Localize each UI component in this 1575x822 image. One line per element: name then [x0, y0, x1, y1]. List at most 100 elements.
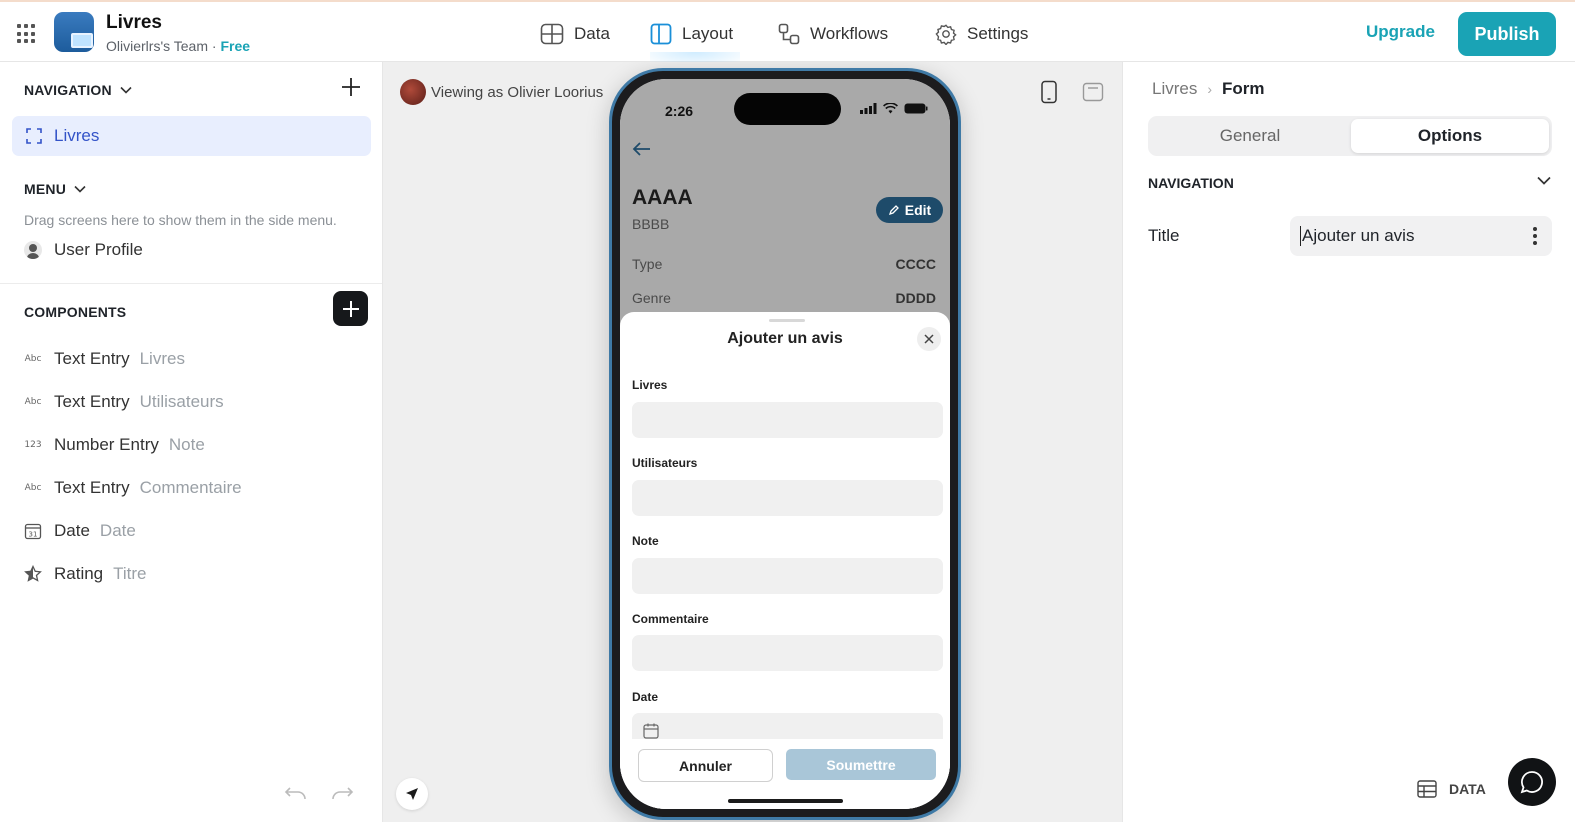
field-label: Type — [632, 256, 663, 272]
number-entry-icon: 123 — [24, 440, 42, 450]
app-title: Livres — [106, 12, 162, 33]
form-input-note[interactable] — [632, 558, 943, 594]
home-indicator — [728, 799, 843, 803]
wifi-icon — [883, 103, 898, 114]
menu-item-user-profile[interactable]: User Profile — [24, 240, 143, 260]
form-input-commentaire[interactable] — [632, 635, 943, 671]
sidebar-item-livres[interactable]: Livres — [12, 116, 371, 156]
avatar — [400, 79, 426, 105]
tab-workflows[interactable]: Workflows — [778, 20, 888, 48]
component-item[interactable]: Abc Text Entry Utilisateurs — [24, 392, 224, 412]
workflow-icon — [778, 23, 800, 45]
component-type: Text Entry — [54, 392, 130, 411]
cancel-button[interactable]: Annuler — [638, 749, 773, 782]
close-button[interactable] — [917, 327, 941, 351]
publish-button[interactable]: Publish — [1458, 12, 1556, 56]
redo-icon[interactable] — [330, 784, 354, 800]
undo-icon[interactable] — [284, 784, 308, 800]
separator: · — [211, 38, 217, 54]
section-title: NAVIGATION — [1148, 175, 1234, 191]
form-input-livres[interactable] — [632, 402, 943, 438]
tab-settings[interactable]: Settings — [935, 20, 1028, 48]
sheet-grabber[interactable] — [769, 319, 805, 322]
app-laptop-icon[interactable] — [54, 12, 94, 52]
chevron-down-icon[interactable] — [1537, 176, 1551, 185]
tab-data[interactable]: Data — [540, 20, 610, 48]
component-item[interactable]: Abc Text Entry Commentaire — [24, 478, 242, 498]
menu-section-title: MENU — [24, 181, 67, 197]
status-time: 2:26 — [665, 103, 694, 119]
team-name: Olivierlrs's Team — [106, 38, 208, 54]
text-entry-icon: Abc — [24, 483, 42, 493]
form-label-livres: Livres — [632, 378, 668, 392]
app-team-line: Olivierlrs's Team · Free — [106, 38, 250, 54]
tab-layout[interactable]: Layout — [650, 20, 733, 48]
form-label-utilisateurs: Utilisateurs — [632, 456, 698, 470]
form-label-note: Note — [632, 534, 659, 548]
form-label-commentaire: Commentaire — [632, 612, 709, 626]
viewing-as-label: Viewing as Olivier Loorius — [431, 83, 604, 101]
tab-options[interactable]: Options — [1351, 119, 1549, 153]
chevron-down-icon — [120, 86, 132, 94]
svg-text:31: 31 — [29, 531, 38, 539]
calendar-icon: 31 — [24, 523, 42, 540]
submit-button[interactable]: Soumettre — [786, 749, 936, 780]
upgrade-button[interactable]: Upgrade — [1366, 22, 1435, 42]
screen-frame-icon — [26, 128, 42, 144]
component-field: Utilisateurs — [139, 392, 224, 411]
pencil-icon — [888, 205, 899, 216]
text-entry-icon: Abc — [24, 397, 42, 407]
data-button[interactable]: DATA — [1417, 780, 1486, 798]
back-arrow-icon[interactable] — [632, 141, 652, 157]
viewing-as[interactable]: Viewing as Olivier Loorius — [400, 79, 603, 105]
title-label: Title — [1148, 226, 1180, 245]
dynamic-island — [734, 93, 841, 125]
breadcrumb-current: Form — [1222, 79, 1265, 98]
form-label-date: Date — [632, 690, 659, 704]
chevron-down-icon — [74, 185, 86, 193]
text-caret — [1300, 226, 1301, 246]
data-button-label: DATA — [1449, 781, 1486, 797]
component-type: Text Entry — [54, 478, 130, 497]
component-field: Titre — [113, 564, 147, 583]
phone-frame: 2:26 AAAA BBBB Edit Type CCCC Genre DDDD… — [609, 68, 961, 820]
component-item[interactable]: 31 Date Date — [24, 521, 136, 541]
phone-screen: 2:26 AAAA BBBB Edit Type CCCC Genre DDDD… — [620, 79, 950, 809]
menu-section-header[interactable]: MENU — [24, 181, 86, 197]
form-input-utilisateurs[interactable] — [632, 480, 943, 516]
component-item[interactable]: Abc Text Entry Livres — [24, 349, 185, 369]
component-type: Text Entry — [54, 349, 130, 368]
settings-tabs: General Options — [1148, 116, 1552, 156]
undo-redo — [284, 784, 354, 800]
layout-icon — [650, 23, 672, 45]
apps-grid-icon[interactable] — [17, 24, 37, 44]
navigation-section-title: NAVIGATION — [24, 82, 112, 98]
select-tool-button[interactable] — [396, 778, 428, 810]
component-field: Note — [168, 435, 205, 454]
field-value: DDDD — [895, 290, 936, 306]
left-panel: NAVIGATION Livres MENU Drag screens here… — [0, 62, 383, 822]
edit-label: Edit — [904, 202, 932, 218]
chat-bubble-icon — [1520, 771, 1543, 794]
component-type: Date — [54, 521, 90, 540]
title-input[interactable]: Ajouter un avis — [1290, 216, 1552, 256]
edit-button[interactable]: Edit — [876, 197, 943, 223]
components-section-title: COMPONENTS — [24, 304, 127, 320]
component-item[interactable]: 123 Number Entry Note — [24, 435, 205, 455]
title-value: Ajouter un avis — [1302, 226, 1415, 245]
signal-icon — [860, 103, 877, 114]
add-component-button[interactable] — [333, 291, 368, 326]
tab-general[interactable]: General — [1151, 119, 1349, 153]
phone-device-icon[interactable] — [1040, 80, 1058, 104]
component-item[interactable]: Rating Titre — [24, 564, 147, 584]
status-icons — [860, 103, 928, 114]
tablet-device-icon[interactable] — [1082, 82, 1104, 102]
more-options-icon[interactable] — [1532, 226, 1538, 246]
navigation-section-header[interactable]: NAVIGATION — [24, 82, 132, 98]
top-bar: Livres Olivierlrs's Team · Free Data Lay… — [0, 0, 1575, 64]
add-screen-icon[interactable] — [340, 76, 362, 98]
tab-data-label: Data — [574, 24, 610, 43]
breadcrumb-parent[interactable]: Livres — [1152, 79, 1197, 99]
chat-button[interactable] — [1508, 758, 1556, 806]
sheet-title: Ajouter un avis — [727, 330, 843, 347]
